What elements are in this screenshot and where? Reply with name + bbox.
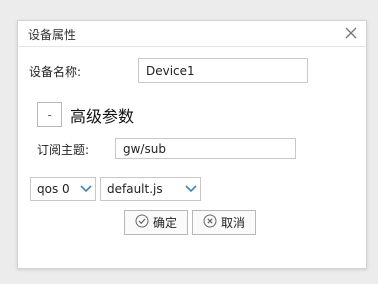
cancel-button-label: 取消 — [220, 216, 245, 230]
device-properties-dialog: 设备属性 设备名称: - 高级参数 订阅主题: qos 0 default.js — [17, 20, 367, 269]
chevron-down-icon — [182, 185, 200, 193]
confirm-button[interactable]: 确定 — [124, 210, 188, 235]
device-name-input[interactable] — [138, 58, 308, 83]
check-circle-icon — [135, 214, 149, 231]
advanced-section-title: 高级参数 — [70, 107, 135, 126]
script-select[interactable]: default.js — [100, 177, 201, 201]
cancel-button[interactable]: 取消 — [192, 210, 256, 235]
x-circle-icon — [203, 214, 217, 231]
qos-select-value: qos 0 — [37, 182, 70, 196]
dialog-title: 设备属性 — [28, 28, 77, 42]
dialog-titlebar: 设备属性 — [18, 21, 366, 47]
script-select-value: default.js — [107, 182, 163, 196]
qos-select[interactable]: qos 0 — [30, 177, 96, 201]
device-name-label: 设备名称: — [29, 65, 82, 79]
chevron-down-icon — [77, 185, 95, 193]
subscribe-topic-input[interactable] — [115, 138, 296, 159]
subscribe-topic-label: 订阅主题: — [37, 143, 90, 157]
advanced-collapse-toggle[interactable]: - — [37, 102, 62, 127]
close-icon[interactable] — [342, 24, 360, 42]
confirm-button-label: 确定 — [152, 216, 177, 230]
